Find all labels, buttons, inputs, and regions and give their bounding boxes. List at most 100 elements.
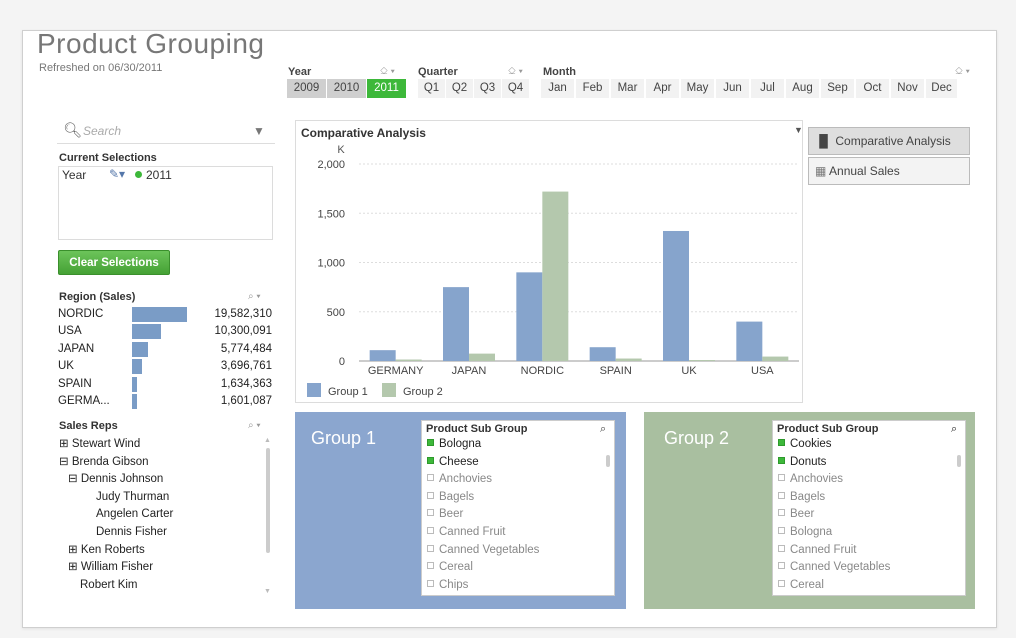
quarter-cell[interactable]: Q2	[446, 79, 474, 98]
scroll-down-icon[interactable]: ▼	[264, 588, 271, 595]
bar-group-1[interactable]	[589, 347, 616, 361]
month-filter-menu-icon[interactable]: ⎐ ▾	[955, 66, 970, 77]
region-title: Region (Sales)	[59, 291, 136, 303]
sales-rep-item[interactable]: Judy Thurman	[96, 489, 169, 506]
month-cell[interactable]: Dec	[926, 79, 958, 98]
list-item[interactable]: Cereal	[427, 559, 473, 577]
chart-menu-icon[interactable]: ▼	[794, 125, 803, 135]
bar-group-2[interactable]	[542, 191, 569, 361]
month-cell[interactable]: Nov	[891, 79, 925, 98]
bar-group-2[interactable]	[615, 358, 642, 361]
list-item[interactable]: Cereal	[778, 577, 824, 595]
search-icon[interactable]: ⌕	[600, 423, 606, 436]
list-item[interactable]: Canned Vegetables	[427, 542, 539, 560]
scrollbar[interactable]	[266, 448, 270, 553]
list-item[interactable]: Chips	[427, 577, 468, 595]
month-cell[interactable]: Jul	[751, 79, 785, 98]
y-tick-label: 2,000	[317, 159, 345, 171]
list-item[interactable]: Canned Fruit	[778, 542, 856, 560]
sales-rep-item[interactable]: Dennis Fisher	[96, 524, 167, 541]
clear-selections-button[interactable]: Clear Selections	[58, 250, 170, 275]
year-filter-menu-icon[interactable]: ⎐ ▾	[380, 66, 395, 77]
sales-rep-item[interactable]: ⊟ Dennis Johnson	[68, 471, 163, 488]
search-menu-icon[interactable]: ⌕ ▾	[248, 420, 261, 431]
quarter-cell[interactable]: Q3	[474, 79, 502, 98]
month-cell[interactable]: Jan	[541, 79, 575, 98]
bar-group-2[interactable]	[395, 359, 422, 361]
list-item[interactable]: Anchovies	[427, 471, 492, 489]
bar-group-2[interactable]	[762, 356, 789, 361]
sales-rep-item[interactable]: ⊞ William Fisher	[68, 559, 153, 576]
y-tick-label: 1,500	[317, 208, 345, 220]
checkbox-icon	[778, 491, 785, 499]
bar-group-2[interactable]	[689, 360, 715, 362]
list-item[interactable]: Bagels	[778, 489, 825, 507]
list-item[interactable]: Bologna	[427, 436, 481, 454]
region-bar	[132, 341, 149, 357]
bar-group-1[interactable]	[443, 287, 469, 361]
list-item[interactable]: Cheese	[427, 454, 479, 472]
list-item[interactable]: Anchovies	[778, 471, 843, 489]
chevron-down-icon[interactable]: ▼	[253, 124, 265, 138]
list-item-label: Donuts	[790, 455, 827, 468]
scrollbar[interactable]	[606, 455, 610, 467]
sales-rep-item[interactable]: Angelen Carter	[96, 506, 173, 523]
region-row[interactable]: SPAIN 1,634,363	[58, 376, 272, 393]
list-item[interactable]: Canned Vegetables	[778, 559, 890, 577]
selection-field: Year	[62, 168, 87, 182]
month-cell[interactable]: May	[681, 79, 715, 98]
search-icon[interactable]: ⌕	[951, 423, 957, 436]
month-cell[interactable]: Apr	[646, 79, 680, 98]
sales-rep-item[interactable]: ⊟ Brenda Gibson	[59, 454, 149, 471]
region-name: SPAIN	[58, 377, 92, 390]
region-row[interactable]: UK 3,696,761	[58, 358, 272, 375]
list-item[interactable]: Beer	[427, 506, 463, 524]
region-row[interactable]: JAPAN 5,774,484	[58, 341, 272, 358]
checkbox-icon	[427, 491, 434, 499]
month-cell[interactable]: Oct	[856, 79, 890, 98]
chart-panel: Comparative Analysis K 0 500 1,000 1,500 2,0…	[295, 120, 803, 403]
region-row[interactable]: NORDIC 19,582,310	[58, 306, 272, 323]
bar-group-2[interactable]	[469, 353, 495, 361]
list-item[interactable]: Beer	[778, 506, 814, 524]
month-cell[interactable]: Feb	[576, 79, 610, 98]
x-tick-label: SPAIN	[600, 365, 632, 377]
sales-rep-item[interactable]: ⊞ Ken Roberts	[68, 542, 145, 559]
year-cell[interactable]: 2010	[327, 79, 367, 98]
list-item[interactable]: Bagels	[427, 489, 474, 507]
month-filter-label: Month	[543, 66, 576, 78]
year-cell-selected[interactable]: 2011	[367, 79, 407, 98]
scrollbar[interactable]	[957, 455, 961, 467]
month-cell[interactable]: Sep	[821, 79, 855, 98]
month-cell[interactable]: Mar	[611, 79, 645, 98]
bar-group-1[interactable]	[663, 230, 689, 361]
list-item[interactable]: Donuts	[778, 454, 826, 472]
legend-swatch	[307, 383, 321, 397]
year-cell[interactable]: 2009	[287, 79, 327, 98]
search-box[interactable]: 🔍︎ Search ▼	[57, 118, 275, 144]
quarter-filter-menu-icon[interactable]: ⎐ ▾	[508, 66, 523, 77]
list-item[interactable]: Bologna	[778, 524, 832, 542]
quarter-cell[interactable]: Q4	[502, 79, 530, 98]
quarter-cell[interactable]: Q1	[418, 79, 446, 98]
checkbox-icon	[427, 509, 434, 517]
region-bar	[132, 307, 187, 322]
bar-group-1[interactable]	[369, 350, 396, 361]
eraser-icon[interactable]: ✎▾	[109, 167, 125, 181]
region-row[interactable]: GERMA... 1,601,087	[58, 393, 272, 410]
month-cell[interactable]: Jun	[716, 79, 750, 98]
region-value: 3,696,761	[220, 360, 272, 373]
list-item[interactable]: Cookies	[778, 436, 832, 454]
bar-group-1[interactable]	[736, 321, 763, 361]
region-row[interactable]: USA 10,300,091	[58, 323, 272, 340]
sales-rep-item[interactable]: ⊞ Stewart Wind	[59, 436, 140, 453]
list-item-label: Canned Vegetables	[790, 561, 891, 574]
sales-rep-item[interactable]: Robert Kim	[80, 577, 138, 594]
bar-group-1[interactable]	[516, 272, 543, 361]
search-menu-icon[interactable]: ⌕ ▾	[248, 291, 261, 302]
list-item-label: Chips	[439, 578, 469, 591]
scroll-up-icon[interactable]: ▲	[264, 437, 271, 444]
month-cell[interactable]: Aug	[786, 79, 820, 98]
chart-title: Comparative Analysis	[301, 126, 426, 140]
list-item[interactable]: Canned Fruit	[427, 524, 505, 542]
